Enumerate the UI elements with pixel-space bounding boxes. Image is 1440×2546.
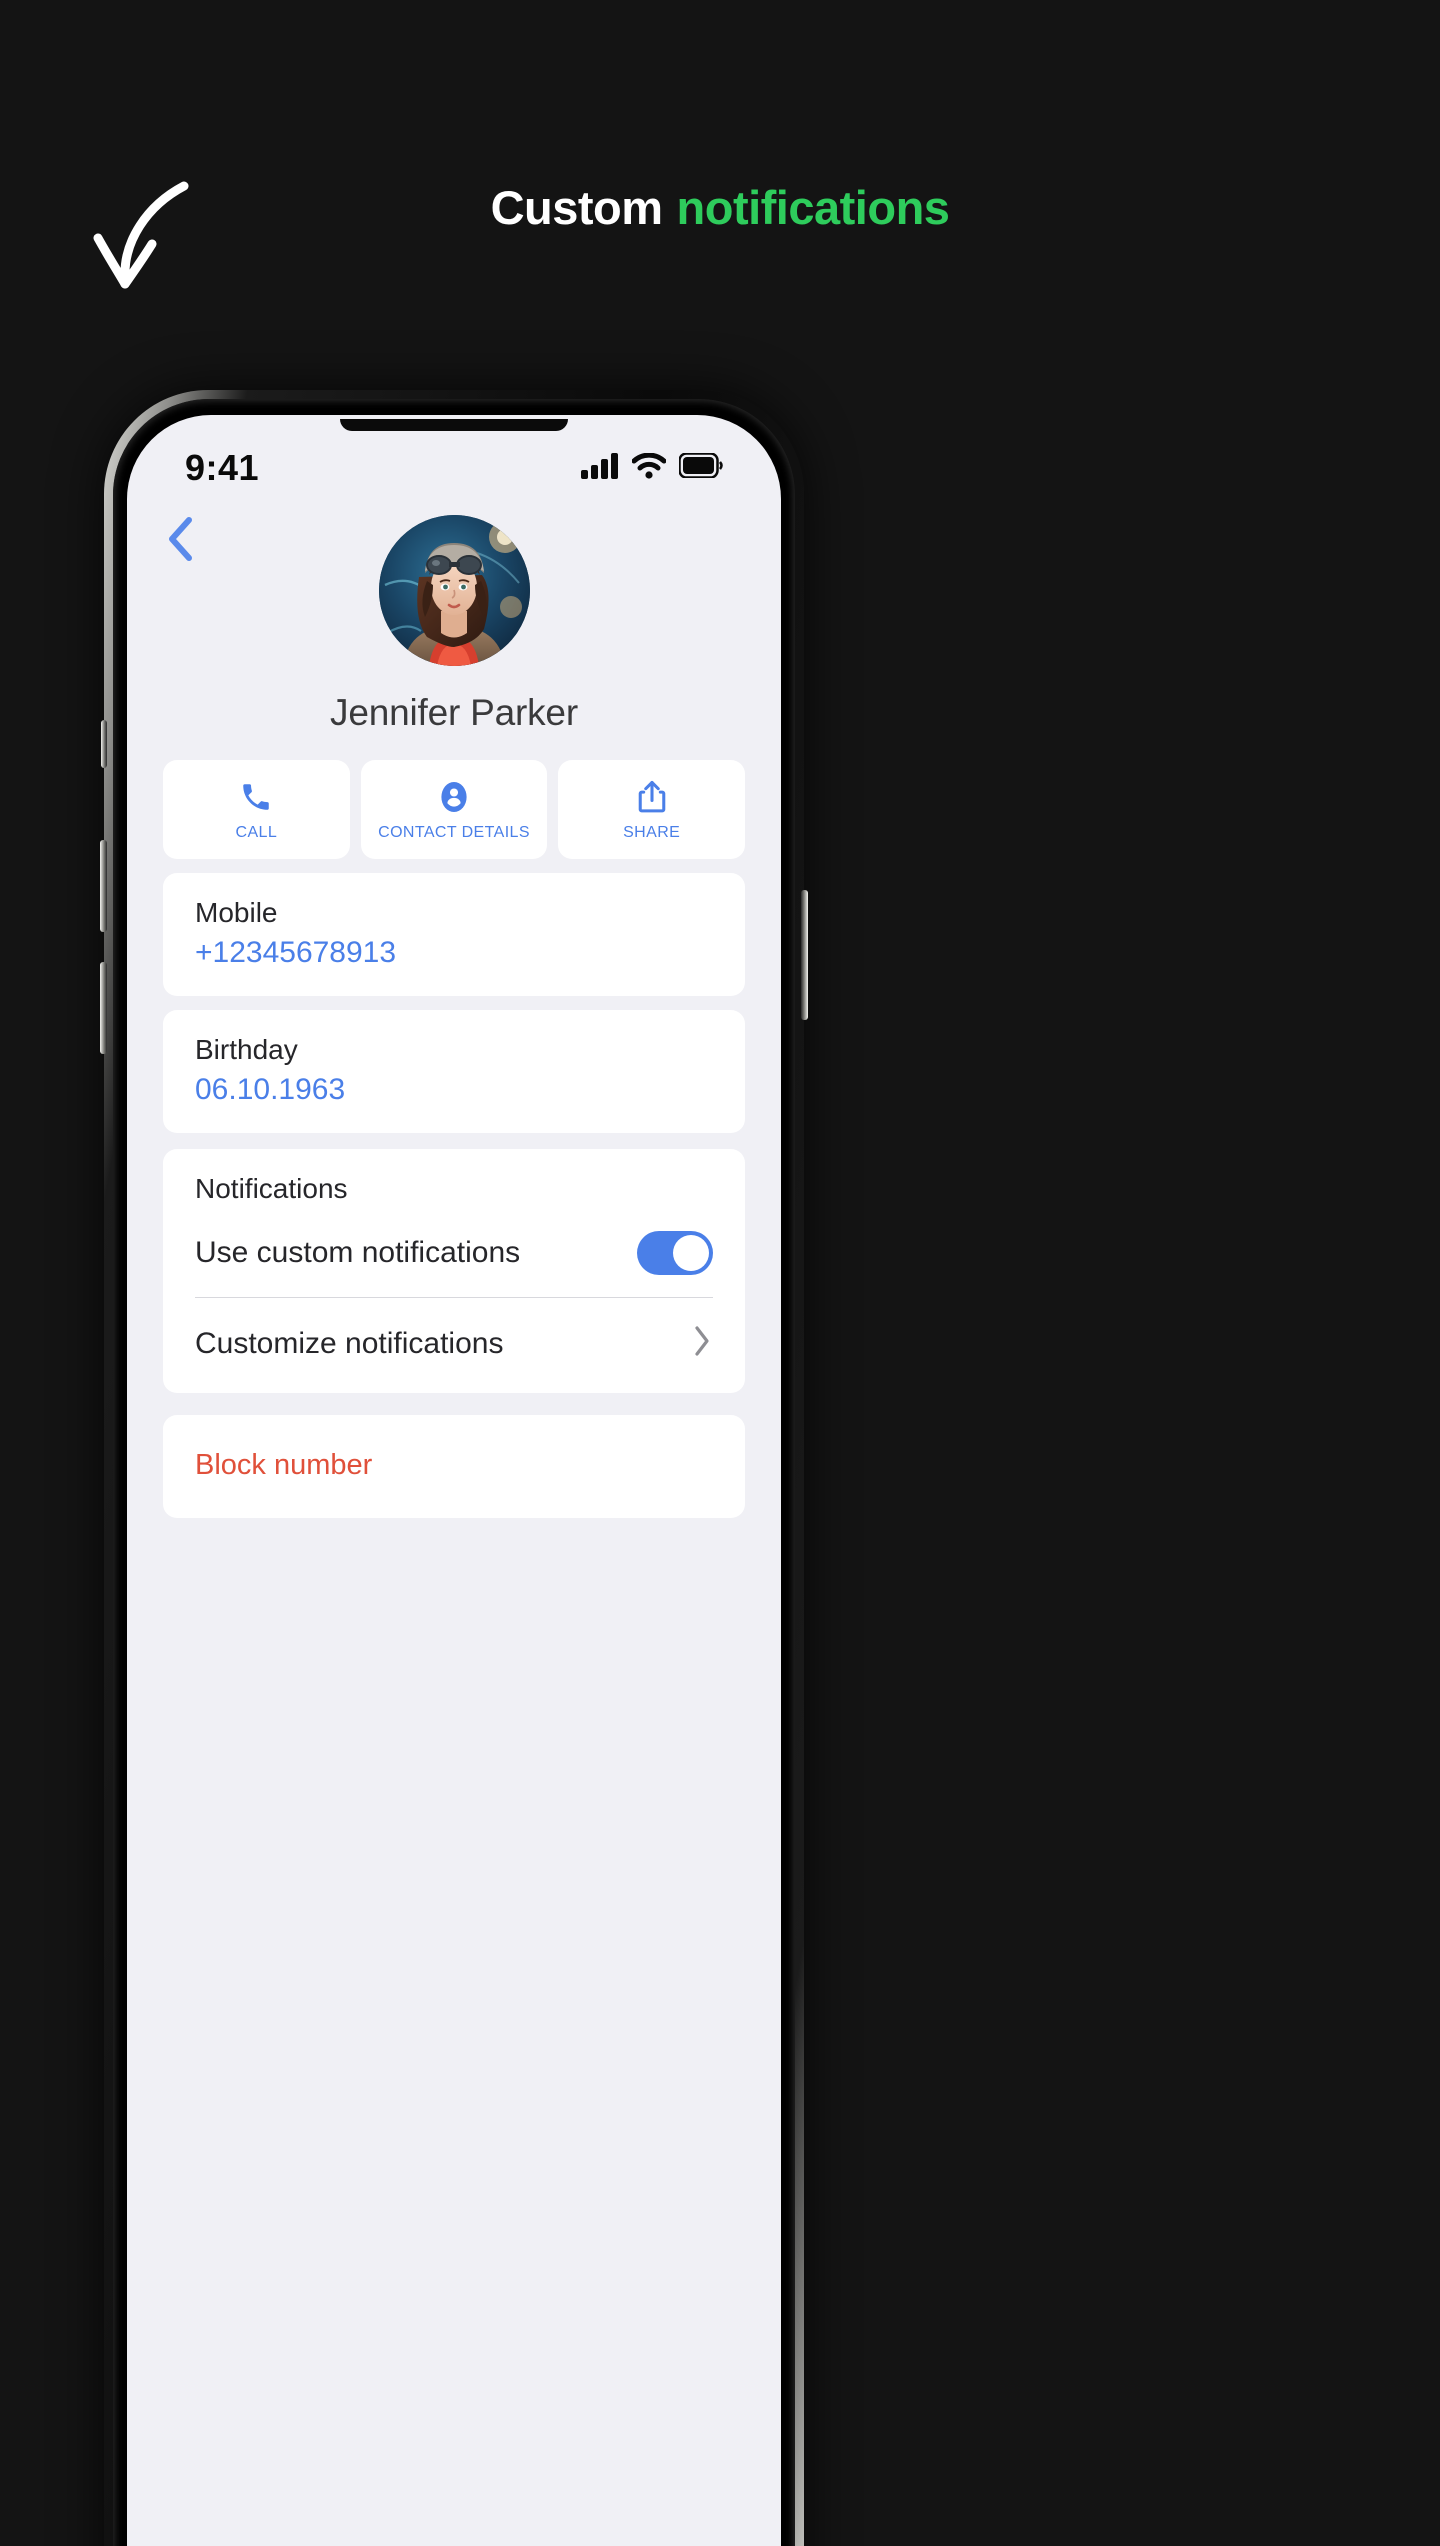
contact-details-button-label: CONTACT DETAILS xyxy=(378,823,530,841)
chevron-left-icon[interactable] xyxy=(163,515,197,563)
toggle-knob xyxy=(673,1235,709,1271)
volume-up-button[interactable] xyxy=(100,840,107,932)
notifications-card: Notifications Use custom notifications C… xyxy=(163,1149,745,1393)
notifications-section-title: Notifications xyxy=(195,1173,348,1204)
use-custom-notifications-row[interactable]: Use custom notifications xyxy=(163,1205,745,1297)
contact-screen-content: Jennifer Parker CALL CONTACT DETAILS SHA… xyxy=(127,501,781,1518)
call-button[interactable]: CALL xyxy=(163,760,350,859)
wifi-icon xyxy=(631,452,667,484)
contact-details-button[interactable]: CONTACT DETAILS xyxy=(360,760,548,859)
status-bar-time: 9:41 xyxy=(185,447,260,488)
quick-actions-row: CALL CONTACT DETAILS SHARE xyxy=(163,760,746,859)
headline-word-custom: Custom xyxy=(490,181,663,234)
signal-bars-icon xyxy=(581,452,619,484)
customize-notifications-row[interactable]: Customize notifications xyxy=(163,1298,745,1393)
share-button-label: SHARE xyxy=(623,823,681,841)
mobile-field-value[interactable]: +12345678913 xyxy=(195,936,713,970)
contact-name: Jennifer Parker xyxy=(330,692,578,733)
silent-switch[interactable] xyxy=(101,720,107,768)
mobile-field-label: Mobile xyxy=(195,897,278,928)
dynamic-island xyxy=(340,419,568,431)
phone-screen: 9:41 Jennifer Parker CALL CONTACT DETAIL… xyxy=(127,415,781,2546)
call-button-label: CALL xyxy=(235,823,278,841)
phone-bezel: 9:41 Jennifer Parker CALL CONTACT DETAIL… xyxy=(113,399,795,2546)
promo-headline: Custom notifications xyxy=(0,180,1440,235)
use-custom-notifications-toggle[interactable] xyxy=(637,1231,713,1275)
person-circle-icon xyxy=(436,778,472,816)
share-button[interactable]: SHARE xyxy=(558,760,746,859)
phone-device-frame: 9:41 Jennifer Parker CALL CONTACT DETAIL… xyxy=(100,390,808,2546)
power-button[interactable] xyxy=(801,890,808,1020)
birthday-field-label: Birthday xyxy=(195,1034,298,1065)
mobile-field-card[interactable]: Mobile +12345678913 xyxy=(163,873,745,996)
battery-full-icon xyxy=(678,452,723,483)
cards-column: CALL CONTACT DETAILS SHARE Mobile +12345… xyxy=(127,760,781,1518)
birthday-field-card[interactable]: Birthday 06.10.1963 xyxy=(163,1010,745,1133)
volume-down-button[interactable] xyxy=(100,962,107,1054)
promo-stage: Custom notifications 9:41 Jennifer Parke… xyxy=(0,0,1440,2546)
status-bar-icons xyxy=(581,452,723,484)
birthday-field-value[interactable]: 06.10.1963 xyxy=(195,1073,713,1107)
use-custom-notifications-label: Use custom notifications xyxy=(195,1236,521,1269)
contact-header: Jennifer Parker xyxy=(127,515,781,734)
block-number-label: Block number xyxy=(195,1449,373,1481)
phone-icon xyxy=(239,778,273,816)
chevron-right-icon xyxy=(691,1324,713,1363)
block-number-card[interactable]: Block number xyxy=(163,1415,745,1518)
customize-notifications-label: Customize notifications xyxy=(195,1326,504,1360)
headline-word-notifications: notifications xyxy=(676,181,950,234)
contact-avatar-photo[interactable] xyxy=(378,515,530,666)
share-icon xyxy=(635,778,669,816)
